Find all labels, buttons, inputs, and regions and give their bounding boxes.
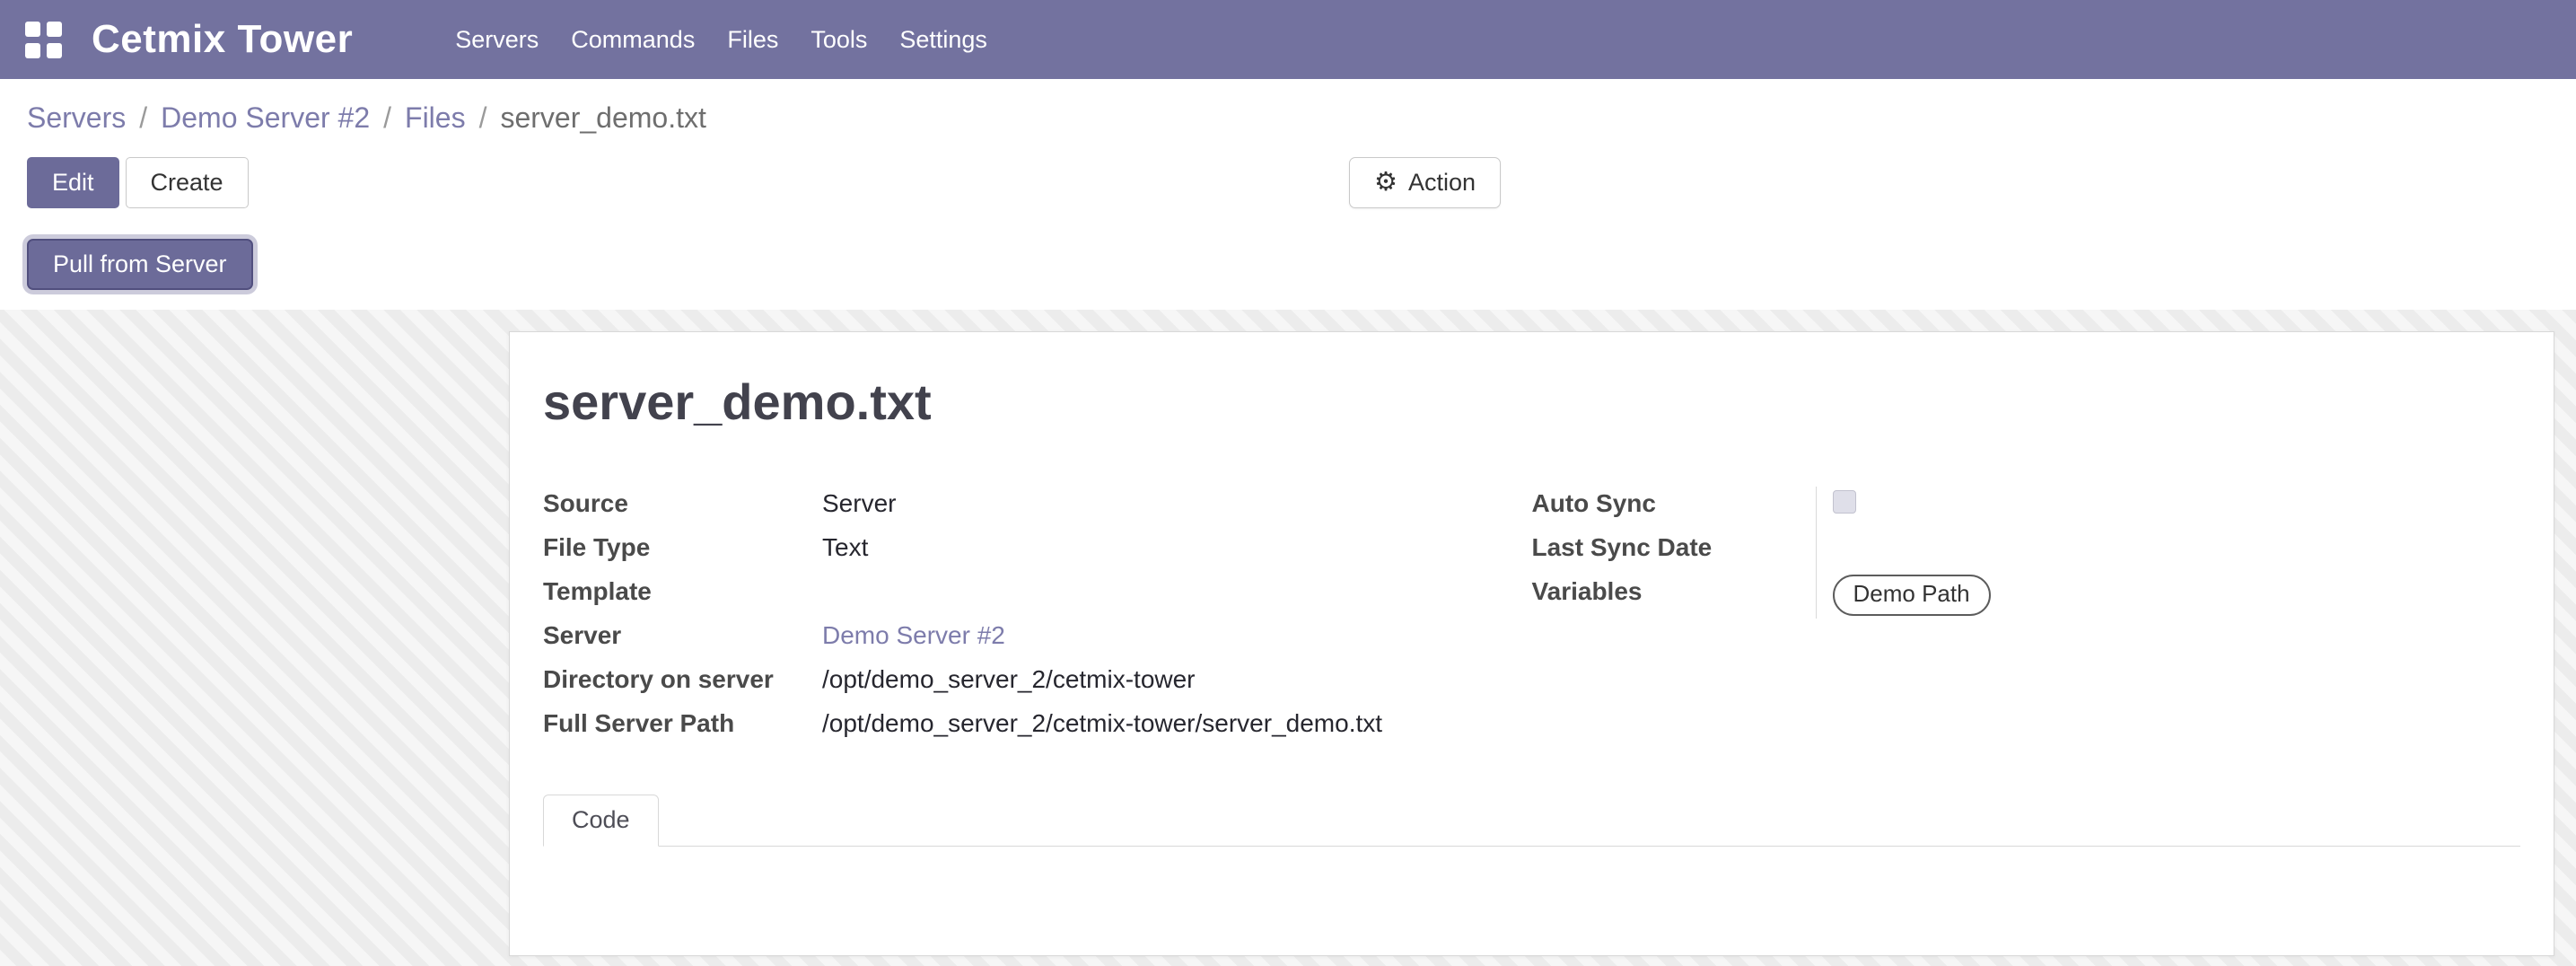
top-navbar: Cetmix Tower Servers Commands Files Tool… <box>0 0 2576 79</box>
apps-grid-icon <box>25 22 62 58</box>
field-row-template: Template <box>543 575 1532 619</box>
nav-item-files[interactable]: Files <box>711 0 794 79</box>
form-sheet: server_demo.txt Source Server File Type … <box>509 331 2554 956</box>
field-label-variables: Variables <box>1532 575 1816 609</box>
field-label-source: Source <box>543 487 822 521</box>
gear-icon: ⚙ <box>1374 170 1398 196</box>
field-label-full-path: Full Server Path <box>543 707 822 741</box>
tab-code[interactable]: Code <box>543 795 659 847</box>
nav-item-tools[interactable]: Tools <box>794 0 883 79</box>
form-view-background: server_demo.txt Source Server File Type … <box>0 310 2576 966</box>
nav-item-settings[interactable]: Settings <box>883 0 1003 79</box>
pull-from-server-button[interactable]: Pull from Server <box>27 239 253 290</box>
field-group-left: Source Server File Type Text Template Se… <box>543 487 1532 751</box>
field-value-source: Server <box>822 487 896 521</box>
field-value-full-path: /opt/demo_server_2/cetmix-tower/server_d… <box>822 707 1382 741</box>
field-label-last-sync: Last Sync Date <box>1532 531 1816 565</box>
record-title: server_demo.txt <box>543 373 2520 431</box>
breadcrumb-current: server_demo.txt <box>500 101 705 135</box>
notebook-tabs: Code <box>543 795 2520 847</box>
action-buttons-row: Edit Create ⚙ Action <box>0 157 2576 215</box>
variable-tag-demo-path: Demo Path <box>1833 575 1991 616</box>
create-button[interactable]: Create <box>126 157 249 208</box>
action-menu-wrapper: ⚙ Action <box>1349 157 1501 208</box>
field-row-variables: Variables Demo Path <box>1532 575 2521 619</box>
breadcrumb-separator: / <box>479 101 487 135</box>
field-label-template: Template <box>543 575 822 609</box>
edit-button[interactable]: Edit <box>27 157 119 208</box>
field-row-source: Source Server <box>543 487 1532 531</box>
apps-menu-button[interactable] <box>25 0 65 79</box>
action-menu-button[interactable]: ⚙ Action <box>1349 157 1501 208</box>
top-menu: Servers Commands Files Tools Settings <box>439 0 1003 79</box>
field-value-directory: /opt/demo_server_2/cetmix-tower <box>822 663 1196 697</box>
field-row-server: Server Demo Server #2 <box>543 619 1532 663</box>
field-row-last-sync: Last Sync Date <box>1532 531 2521 575</box>
field-label-file-type: File Type <box>543 531 822 565</box>
field-value-last-sync <box>1816 531 2521 575</box>
app-brand-title: Cetmix Tower <box>92 17 353 62</box>
field-row-auto-sync: Auto Sync <box>1532 487 2521 531</box>
breadcrumb-separator: / <box>383 101 391 135</box>
field-row-directory: Directory on server /opt/demo_server_2/c… <box>543 663 1532 707</box>
breadcrumb-row: Servers / Demo Server #2 / Files / serve… <box>0 79 2576 157</box>
field-label-auto-sync: Auto Sync <box>1532 487 1816 521</box>
field-label-server: Server <box>543 619 822 653</box>
tab-content-code <box>543 847 2520 936</box>
field-row-full-path: Full Server Path /opt/demo_server_2/cetm… <box>543 707 1532 751</box>
field-groups: Source Server File Type Text Template Se… <box>543 487 2520 751</box>
action-menu-label: Action <box>1408 169 1476 197</box>
breadcrumb: Servers / Demo Server #2 / Files / serve… <box>27 101 706 135</box>
field-value-server-link[interactable]: Demo Server #2 <box>822 619 1005 653</box>
field-row-file-type: File Type Text <box>543 531 1532 575</box>
nav-item-servers[interactable]: Servers <box>439 0 555 79</box>
breadcrumb-link-servers[interactable]: Servers <box>27 101 126 134</box>
field-group-right: Auto Sync Last Sync Date Variables Demo … <box>1532 487 2521 751</box>
breadcrumb-link-demo-server[interactable]: Demo Server #2 <box>161 101 370 134</box>
field-label-directory: Directory on server <box>543 663 822 697</box>
breadcrumb-link-files[interactable]: Files <box>405 101 466 134</box>
statusbar-row: Pull from Server <box>0 215 2576 310</box>
field-value-file-type: Text <box>822 531 868 565</box>
breadcrumb-separator: / <box>139 101 147 135</box>
nav-item-commands[interactable]: Commands <box>555 0 711 79</box>
control-panel: Servers / Demo Server #2 / Files / serve… <box>0 79 2576 310</box>
auto-sync-checkbox[interactable] <box>1833 490 1856 514</box>
